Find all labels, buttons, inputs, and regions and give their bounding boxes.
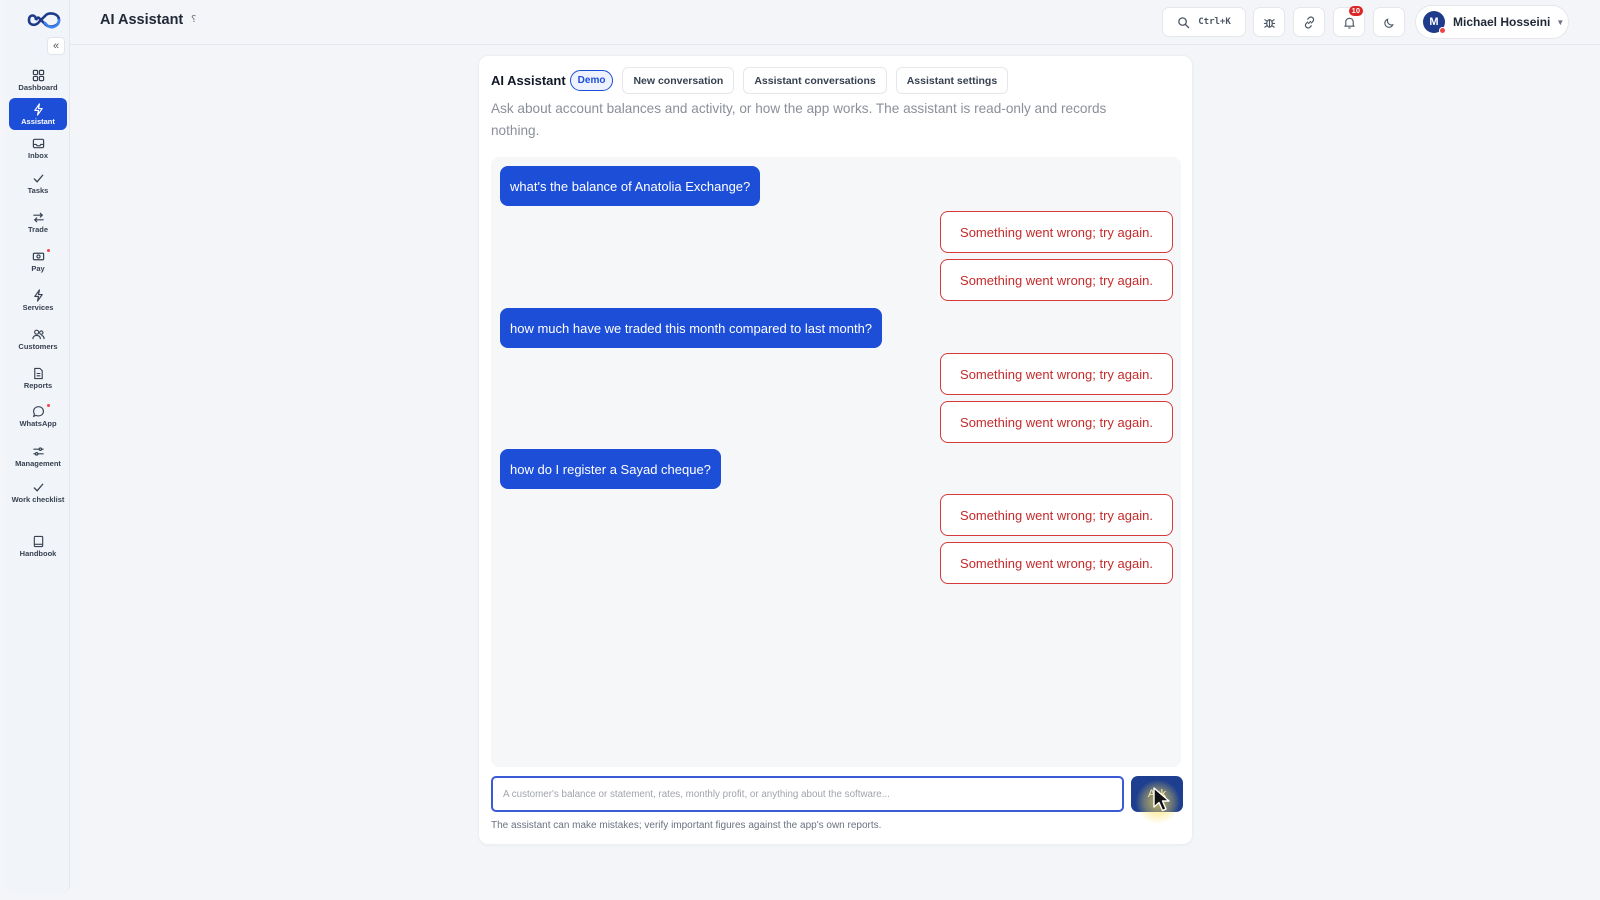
error-message: Something went wrong; try again.	[940, 401, 1173, 443]
debug-button[interactable]	[1253, 7, 1285, 37]
sidebar: « Dashboard Assistant Inbox Tasks Trade …	[6, 0, 70, 893]
sidebar-item-whatsapp[interactable]: WhatsApp	[9, 400, 67, 432]
notification-count-badge: 10	[1348, 6, 1363, 16]
sidebar-item-label: Trade	[27, 224, 48, 234]
chat-bubble-icon	[32, 405, 44, 417]
sidebar-item-assistant[interactable]: Assistant	[9, 98, 67, 130]
arrows-icon	[32, 212, 44, 222]
bell-icon	[1343, 17, 1355, 29]
sidebar-item-label: Dashboard	[18, 82, 58, 92]
pay-alert-dot	[47, 249, 50, 252]
search-icon	[1178, 16, 1190, 28]
double-chevron-left-icon: «	[52, 40, 60, 52]
sidebar-item-reports[interactable]: Reports	[9, 362, 67, 394]
bolt-icon	[33, 288, 43, 302]
assistant-description: Ask about account balances and activity,…	[491, 101, 1107, 138]
avatar: M	[1423, 11, 1446, 34]
sidebar-item-inbox[interactable]: Inbox	[9, 132, 67, 164]
sidebar-item-management[interactable]: Management	[9, 440, 67, 472]
sidebar-item-pay[interactable]: Pay	[9, 245, 67, 277]
theme-toggle-button[interactable]	[1373, 7, 1405, 37]
sidebar-item-trade[interactable]: Trade	[9, 206, 67, 238]
link-button[interactable]	[1293, 7, 1325, 37]
assistant-settings-button[interactable]: Assistant settings	[895, 67, 1009, 94]
error-message: Something went wrong; try again.	[940, 211, 1173, 253]
sidebar-item-label: Handbook	[19, 548, 57, 558]
search-shortcut: Ctrl+K	[1198, 17, 1231, 27]
page-title: AI Assistant	[100, 12, 184, 28]
sidebar-item-label: Assistant	[21, 116, 55, 126]
sidebar-item-label: Work checklist	[11, 494, 65, 504]
error-message: Something went wrong; try again.	[940, 542, 1173, 584]
card-header: AI Assistant Demo New conversation Assis…	[491, 67, 1009, 94]
book-icon	[33, 535, 43, 547]
assistant-conversations-button[interactable]: Assistant conversations	[743, 67, 887, 94]
search-button[interactable]: Ctrl+K	[1162, 7, 1246, 37]
user-message: what's the balance of Anatolia Exchange?	[500, 166, 761, 206]
demo-badge: Demo	[569, 70, 614, 91]
user-name: Michael Hosseini	[1453, 15, 1551, 29]
grid-icon	[32, 69, 44, 81]
ask-button[interactable]: Ask	[1131, 776, 1183, 812]
ask-input[interactable]	[491, 776, 1124, 812]
topbar: AI Assistant ⸮ Ctrl+K 10 M Michael Hosse…	[70, 0, 1600, 45]
notifications-button[interactable]: 10	[1333, 6, 1365, 37]
check-icon	[33, 174, 43, 183]
sidebar-item-label: WhatsApp	[19, 418, 57, 428]
disclaimer-text: The assistant can make mistakes; verify …	[491, 820, 882, 831]
user-menu-button[interactable]: M Michael Hosseini ▼	[1415, 5, 1569, 39]
card-title: AI Assistant	[491, 73, 566, 88]
sidebar-item-label: Tasks	[27, 185, 49, 195]
moon-icon	[1383, 17, 1394, 28]
sidebar-item-label: Reports	[23, 380, 53, 390]
sidebar-item-work-checklist[interactable]: Work checklist	[9, 476, 67, 508]
document-icon	[33, 367, 43, 379]
error-message: Something went wrong; try again.	[940, 353, 1173, 395]
chat-thread[interactable]: what's the balance of Anatolia Exchange?…	[491, 157, 1181, 767]
bug-icon	[1263, 18, 1275, 28]
sidebar-item-tasks[interactable]: Tasks	[9, 167, 67, 199]
money-icon	[32, 252, 44, 260]
sidebar-item-label: Pay	[31, 263, 45, 273]
avatar-initial: M	[1429, 16, 1439, 28]
chevron-down-icon: ▼	[1556, 17, 1565, 27]
user-message: how do I register a Sayad cheque?	[500, 449, 721, 489]
inbox-icon	[32, 138, 44, 148]
sidebar-item-dashboard[interactable]: Dashboard	[9, 64, 67, 96]
sidebar-item-services[interactable]: Services	[9, 284, 67, 316]
user-message: how much have we traded this month compa…	[500, 308, 883, 348]
sidebar-item-customers[interactable]: Customers	[9, 323, 67, 355]
sidebar-item-label: Management	[15, 458, 61, 468]
check-icon	[33, 483, 43, 492]
pin-icon[interactable]: ⸮	[191, 14, 196, 25]
status-dot	[1439, 27, 1446, 34]
new-conversation-button[interactable]: New conversation	[622, 67, 735, 94]
whatsapp-alert-dot	[47, 404, 50, 407]
bolt-icon	[33, 102, 43, 116]
infinity-logo-icon[interactable]	[27, 10, 61, 30]
link-icon	[1304, 15, 1314, 29]
collapse-sidebar-button[interactable]: «	[47, 37, 65, 55]
error-message: Something went wrong; try again.	[940, 259, 1173, 301]
sliders-icon	[32, 446, 44, 456]
error-message: Something went wrong; try again.	[940, 494, 1173, 536]
sidebar-item-handbook[interactable]: Handbook	[9, 530, 67, 562]
sidebar-item-label: Customers	[18, 341, 58, 351]
assistant-card: AI Assistant Demo New conversation Assis…	[478, 55, 1193, 845]
users-icon	[31, 329, 45, 339]
sidebar-item-label: Inbox	[28, 150, 48, 160]
sidebar-item-label: Services	[22, 302, 54, 312]
